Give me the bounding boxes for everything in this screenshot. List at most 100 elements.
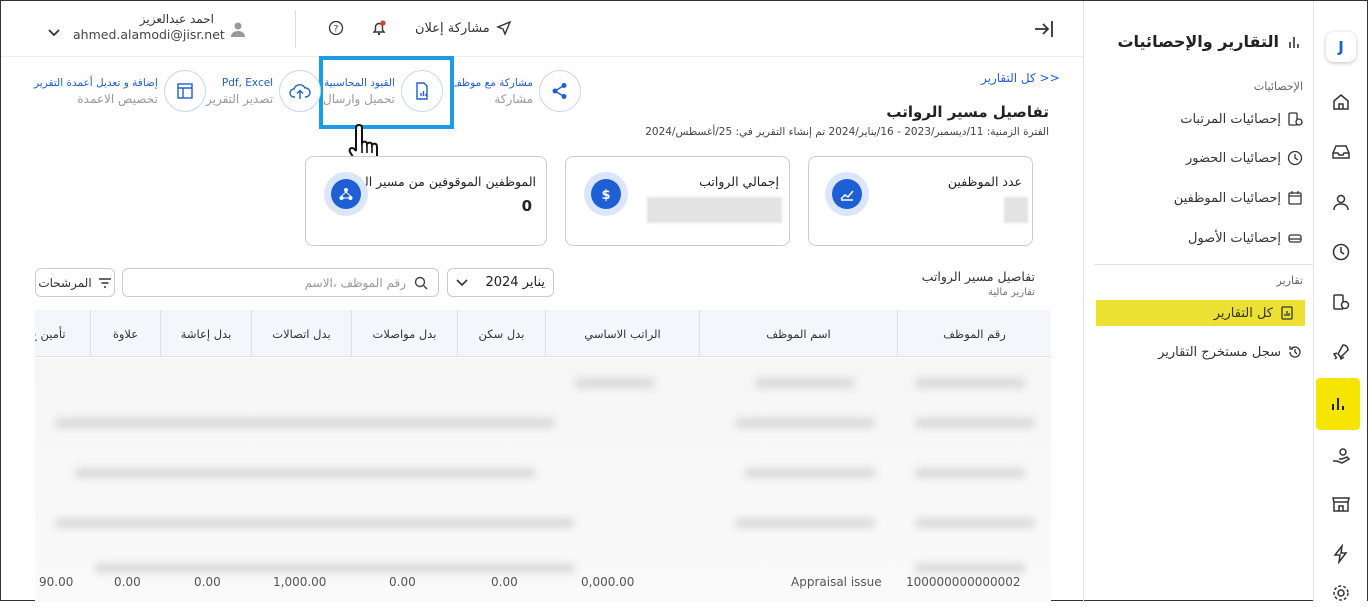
- help-icon[interactable]: ?: [328, 20, 344, 40]
- coins-icon: [1288, 112, 1303, 126]
- sidebar-item-report-export-log[interactable]: سجل مستخرج التقارير: [1158, 344, 1303, 360]
- redacted-value: [1004, 197, 1028, 223]
- suspended-employees-card: الموظفين الموقوفين من مسير الرواتب 0: [305, 156, 547, 246]
- total-salaries-card: إجمالي الرواتب $: [565, 156, 790, 246]
- export-action-sub: تصدير التقرير: [206, 91, 274, 106]
- redacted-row: [915, 518, 1035, 528]
- section-subtitle: تقارير مالية: [987, 287, 1035, 298]
- column-header[interactable]: بدل إعاشة: [160, 310, 251, 357]
- dollar-icon: $: [584, 172, 628, 216]
- columns-text-group: إضافة و تعديل أعمدة التقرير تخصيص الاعمد…: [34, 77, 158, 106]
- redacted-row: [735, 518, 875, 528]
- redacted-value: [647, 197, 782, 223]
- calendar-icon: [1288, 191, 1302, 205]
- users-network-icon: [324, 172, 368, 216]
- icon-rail: J: [1313, 1, 1367, 602]
- table-row-cell: 0.00: [491, 575, 518, 589]
- redacted-row: [95, 563, 575, 573]
- share-action-label: مشاركة مع موظف: [451, 76, 534, 89]
- column-header[interactable]: الراتب الاساسي: [545, 310, 699, 357]
- app-logo[interactable]: J: [1326, 32, 1356, 62]
- redacted-row: [55, 418, 555, 428]
- top-header: مشاركة إعلان ? احمد عبدالعزيز ahmed.alam…: [1, 1, 1083, 57]
- reports-icon[interactable]: [1316, 378, 1360, 430]
- table-row-cell: 0,000.00: [581, 575, 635, 589]
- month-select[interactable]: يناير 2024: [447, 268, 554, 297]
- share-with-employee-action[interactable]: مشاركة مع موظف مشاركة: [451, 70, 582, 112]
- coins-icon[interactable]: [1327, 288, 1355, 316]
- filters-button[interactable]: المرشحات: [35, 268, 115, 297]
- sidebar-item-asset-stats[interactable]: إحصائيات الأصول: [1188, 230, 1303, 246]
- search-placeholder: رقم الموظف ،الاسم: [304, 275, 406, 290]
- stats-section-label: الإحصائيات: [1253, 80, 1303, 93]
- sidebar-item-label: سجل مستخرج التقارير: [1158, 344, 1281, 360]
- home-icon[interactable]: [1327, 88, 1355, 116]
- history-icon: [1289, 346, 1301, 358]
- hand-coin-icon[interactable]: [1327, 442, 1355, 470]
- sidebar-item-label: إحصائيات الحضور: [1186, 150, 1281, 166]
- report-period: الفترة الزمنية: 11/ديسمبر/2023 - 16/يناي…: [645, 126, 1049, 138]
- chevron-down-icon[interactable]: [47, 23, 61, 42]
- user-icon[interactable]: [1327, 188, 1355, 216]
- column-header[interactable]: بدل اتصالات: [251, 310, 351, 357]
- column-header[interactable]: علاوة: [90, 310, 160, 357]
- columns-action-label: إضافة و تعديل أعمدة التقرير: [34, 76, 158, 89]
- collapse-sidebar-icon[interactable]: [1033, 18, 1055, 44]
- table-row-cell: 0.00: [114, 575, 141, 589]
- columns-action-sub: تخصيص الاعمدة: [77, 91, 158, 106]
- sidebar-item-payroll-stats[interactable]: إحصائيات المرتبات: [1180, 111, 1303, 127]
- column-header[interactable]: اسم الموظف: [699, 310, 897, 357]
- lightning-icon[interactable]: [1327, 540, 1355, 568]
- redacted-row: [915, 563, 1025, 573]
- column-header[interactable]: رقم الموظف: [897, 310, 1051, 357]
- filter-icon: [98, 277, 111, 288]
- app-frame: مشاركة إعلان ? احمد عبدالعزيز ahmed.alam…: [0, 0, 1368, 602]
- export-report-action[interactable]: Pdf, Excel تصدير التقرير: [206, 70, 322, 112]
- redacted-row: [75, 468, 535, 478]
- sidebar-item-all-reports[interactable]: كل التقارير: [1096, 300, 1305, 326]
- table-row-cell: 0.00: [389, 575, 416, 589]
- share-announcement-button[interactable]: مشاركة إعلان: [415, 20, 512, 36]
- svg-text:$: $: [601, 188, 610, 202]
- breadcrumb-all-reports[interactable]: << كل التقارير: [981, 71, 1060, 85]
- sidebar-divider: [1094, 264, 1315, 265]
- table-header: رقم الموظف اسم الموظف الراتب الاساسي بدل…: [35, 310, 1051, 357]
- table-row-cell: 100000000000002: [906, 575, 1021, 589]
- redacted-row: [575, 378, 655, 388]
- column-header[interactable]: بدل سكن: [457, 310, 545, 357]
- sidebar-item-label: كل التقارير: [1213, 305, 1273, 321]
- bar-chart-icon: [1289, 36, 1299, 48]
- reports-section-label: تقارير: [1276, 274, 1303, 287]
- redacted-row: [915, 468, 1025, 478]
- sidebar-item-attendance-stats[interactable]: إحصائيات الحضور: [1186, 150, 1303, 166]
- section-title: تفاصيل مسير الرواتب: [921, 269, 1035, 284]
- sidebar-item-label: إحصائيات المرتبات: [1180, 111, 1281, 127]
- share-icon: [539, 70, 582, 112]
- redacted-row: [735, 418, 875, 428]
- table-body-redacted: [35, 358, 1051, 602]
- rocket-icon[interactable]: [1327, 338, 1355, 366]
- chevron-down-icon: [456, 278, 468, 286]
- customize-columns-action[interactable]: إضافة و تعديل أعمدة التقرير تخصيص الاعمد…: [34, 70, 206, 112]
- employee-count-card: عدد الموظفين: [808, 156, 1033, 246]
- gear-icon[interactable]: [1327, 579, 1355, 607]
- sidebar-title: التقارير والإحصائيات: [1117, 32, 1301, 51]
- sidebar-item-employee-stats[interactable]: إحصائيات الموظفين: [1174, 190, 1303, 206]
- filters-label: المرشحات: [38, 275, 92, 290]
- storage-icon: [1288, 234, 1302, 243]
- inbox-icon[interactable]: [1327, 138, 1355, 166]
- search-input[interactable]: رقم الموظف ،الاسم: [122, 268, 439, 297]
- clock-icon[interactable]: [1327, 238, 1355, 266]
- column-header[interactable]: بدل مواصلات: [351, 310, 457, 357]
- card-label: عدد الموظفين: [947, 174, 1022, 189]
- card-label: إجمالي الرواتب: [699, 174, 779, 189]
- store-icon[interactable]: [1327, 490, 1355, 518]
- column-header[interactable]: تأمين ع: [35, 310, 90, 357]
- payroll-table: رقم الموظف اسم الموظف الراتب الاساسي بدل…: [35, 310, 1051, 602]
- share-action-sub: مشاركة: [494, 91, 534, 106]
- bell-icon[interactable]: [370, 19, 388, 41]
- search-icon: [414, 276, 428, 289]
- table-row-cell: 0.00: [194, 575, 221, 589]
- reports-sidebar: التقارير والإحصائيات الإحصائيات إحصائيات…: [1083, 1, 1315, 602]
- cloud-upload-icon: [279, 70, 322, 112]
